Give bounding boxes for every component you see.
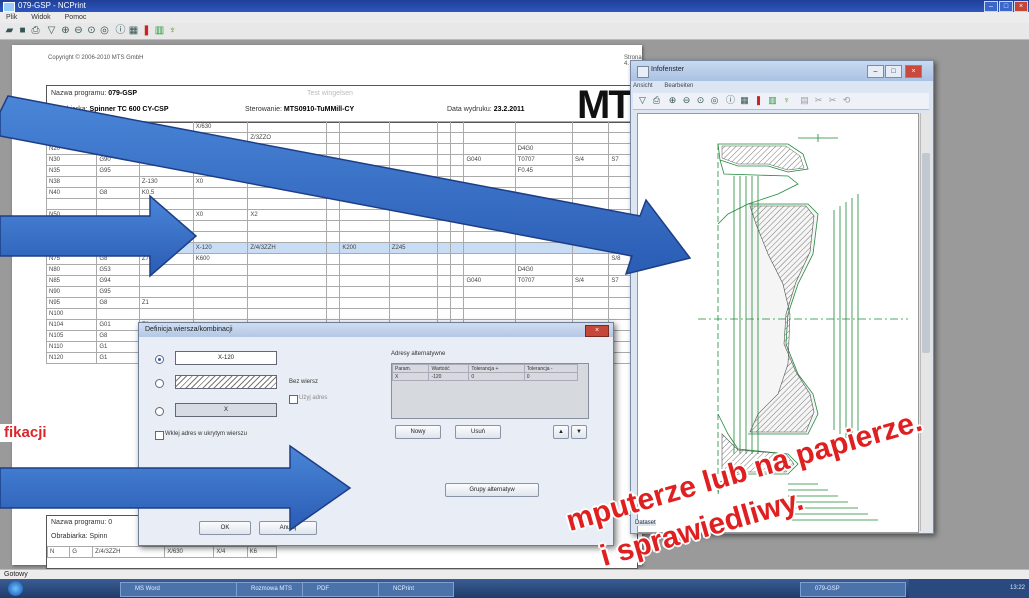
slide-arrows	[0, 95, 692, 532]
arrow-to-table	[0, 194, 198, 278]
left-caption: fikacji	[0, 424, 51, 442]
arrow-to-dialog	[0, 444, 352, 532]
